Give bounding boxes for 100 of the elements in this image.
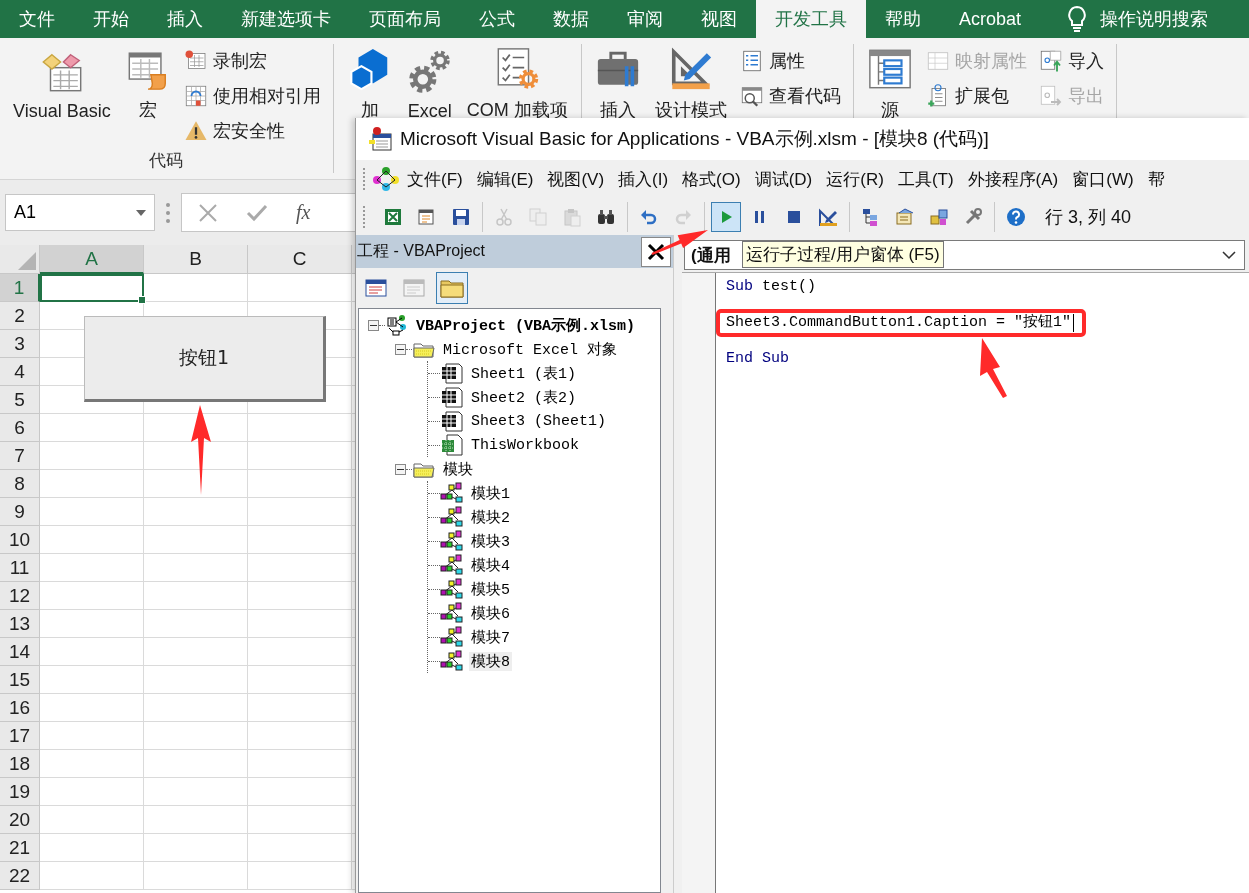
tree-item[interactable]: 模块6 (469, 603, 512, 623)
row-header[interactable]: 12 (0, 582, 40, 610)
row-header[interactable]: 13 (0, 610, 40, 638)
column-header[interactable]: A (40, 245, 144, 274)
active-cell[interactable] (40, 274, 144, 302)
expansion-button[interactable]: 扩展包 (921, 79, 1031, 113)
form-icon (417, 206, 437, 227)
row-header[interactable]: 3 (0, 330, 40, 358)
ribbon-tab[interactable]: 公式 (460, 0, 534, 38)
collapse-button[interactable] (395, 343, 406, 355)
ribbon-tab[interactable]: 文件 (0, 0, 74, 38)
sheet-icon (440, 386, 464, 408)
properties-icon (895, 206, 915, 227)
row-header[interactable]: 20 (0, 806, 40, 834)
tree-item[interactable]: 模块7 (469, 627, 512, 647)
sheet-button[interactable]: 按钮1 (84, 316, 326, 402)
menu-item[interactable]: 帮 (1140, 167, 1172, 191)
pane-title: 工程 - VBAProject (356, 241, 486, 261)
tree-item[interactable]: 模块2 (469, 507, 512, 527)
paste-icon (562, 206, 582, 227)
collapse-button[interactable] (368, 319, 379, 331)
tell-me-search[interactable]: 操作说明搜索 (1100, 7, 1209, 31)
gears-button[interactable]: Excel (401, 44, 458, 122)
row-header[interactable]: 2 (0, 302, 40, 330)
ribbon-tab[interactable]: 新建选项卡 (222, 0, 350, 38)
row-header[interactable]: 18 (0, 750, 40, 778)
macro-button[interactable]: 宏 (119, 44, 176, 122)
column-header[interactable]: B (144, 245, 248, 274)
row-header[interactable]: 16 (0, 694, 40, 722)
menu-item[interactable]: 格式(O) (675, 167, 748, 191)
tree-item[interactable]: VBAProject (VBA示例.xlsm) (414, 315, 638, 335)
row-header[interactable]: 6 (0, 414, 40, 442)
row-header[interactable]: 4 (0, 358, 40, 386)
run-button[interactable] (711, 201, 741, 232)
import-button[interactable]: 导入 (1034, 44, 1108, 78)
row-header[interactable]: 15 (0, 666, 40, 694)
record-button[interactable]: 录制宏 (179, 44, 325, 78)
name-box[interactable]: A1 (5, 194, 155, 231)
group-label: 代码 (148, 150, 185, 172)
module-icon (440, 602, 464, 624)
row-header[interactable]: 22 (0, 862, 40, 890)
insert-function-button[interactable]: fx (296, 201, 311, 224)
row-header[interactable]: 10 (0, 526, 40, 554)
ribbon-tab[interactable]: 插入 (148, 0, 222, 38)
ribbon-tab[interactable]: 数据 (534, 0, 608, 38)
ribbon-tab[interactable]: 视图 (682, 0, 756, 38)
menu-item[interactable]: 调试(D) (747, 167, 820, 191)
menu-item[interactable]: 工具(T) (890, 167, 961, 191)
folders-button[interactable] (436, 272, 468, 304)
menu-item[interactable]: 窗口(W) (1065, 167, 1141, 191)
menu-item[interactable]: 插入(I) (611, 167, 676, 191)
warning-button[interactable]: 宏安全性 (179, 114, 325, 148)
relative-button[interactable]: 使用相对引用 (179, 79, 325, 113)
collapse-button[interactable] (395, 463, 406, 475)
view-object-icon (403, 278, 425, 298)
ribbon-tab[interactable]: 开始 (74, 0, 148, 38)
ribbon-tab[interactable]: 审阅 (608, 0, 682, 38)
close-button[interactable] (641, 236, 671, 267)
row-header[interactable]: 5 (0, 386, 40, 414)
tree-item[interactable]: Sheet1 (表1) (469, 363, 578, 383)
tree-item[interactable]: 模块4 (469, 555, 512, 575)
row-header[interactable]: 19 (0, 778, 40, 806)
export-icon (1038, 84, 1063, 108)
column-header[interactable]: C (248, 245, 352, 274)
row-header[interactable]: 8 (0, 470, 40, 498)
row-header[interactable]: 14 (0, 638, 40, 666)
row-header[interactable]: 9 (0, 498, 40, 526)
row-header[interactable]: 11 (0, 554, 40, 582)
tools-icon (963, 206, 983, 227)
ribbon-tab[interactable]: 页面布局 (350, 0, 460, 38)
tree-item[interactable]: 模块 (441, 459, 475, 479)
menu-item[interactable]: 外接程序(A) (960, 167, 1066, 191)
tree-item[interactable]: ThisWorkbook (469, 436, 582, 454)
cancel-icon (198, 202, 218, 223)
tree-item[interactable]: 模块8 (469, 651, 512, 671)
view-code-button[interactable]: 查看代码 (735, 79, 845, 113)
code-line: Sheet3.CommandButton1.Caption = "按钮1" (726, 313, 1075, 333)
design-button[interactable]: 设计模式 (649, 44, 732, 122)
tree-item[interactable]: 模块5 (469, 579, 512, 599)
menu-item[interactable]: 视图(V) (540, 167, 612, 191)
module-icon (440, 506, 464, 528)
view-code-icon (365, 278, 387, 298)
row-header[interactable]: 7 (0, 442, 40, 470)
tree-item[interactable]: Sheet2 (表2) (469, 387, 578, 407)
row-header[interactable]: 17 (0, 722, 40, 750)
menu-item[interactable]: 文件(F) (400, 167, 470, 191)
app-icon (368, 126, 394, 152)
tree-item[interactable]: 模块1 (469, 483, 512, 503)
ribbon-tab[interactable]: Acrobat (940, 0, 1041, 38)
visual-basic-button[interactable]: Visual Basic (8, 44, 116, 122)
tree-item[interactable]: 模块3 (469, 531, 512, 551)
menu-item[interactable]: 运行(R) (819, 167, 891, 191)
tree-item[interactable]: Microsoft Excel 对象 (441, 339, 620, 359)
row-header[interactable]: 21 (0, 834, 40, 862)
tree-item[interactable]: Sheet3 (Sheet1) (469, 412, 609, 430)
menu-item[interactable]: 编辑(E) (469, 167, 541, 191)
row-header[interactable]: 1 (0, 274, 40, 302)
ribbon-tab[interactable]: 开发工具 (756, 0, 866, 38)
properties-button[interactable]: 属性 (735, 44, 845, 78)
ribbon-tab[interactable]: 帮助 (866, 0, 940, 38)
